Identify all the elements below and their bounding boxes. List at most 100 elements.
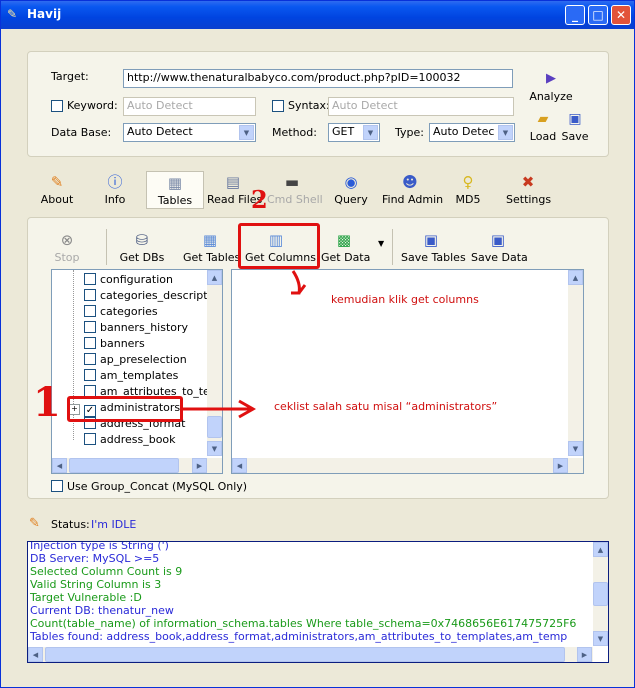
tree-item[interactable]: banners	[84, 337, 145, 353]
tab-about[interactable]: ✎ About	[35, 173, 79, 206]
type-select[interactable]: Auto Detec ▼	[429, 123, 515, 142]
get-data-button[interactable]: ▩ Get Data	[321, 231, 370, 264]
info-icon: ⓘ	[107, 173, 123, 191]
database-select-value: Auto Detect	[127, 125, 193, 138]
md5-icon: ♀	[462, 173, 474, 191]
target-input[interactable]: http://www.thenaturalbabyco.com/product.…	[123, 69, 513, 88]
annotation-step-1-note: ceklist salah satu misal “administrators…	[274, 400, 498, 413]
tree-item[interactable]: banners_history	[84, 321, 188, 337]
tree-item-checkbox[interactable]	[84, 289, 96, 301]
scroll-up-icon[interactable]: ▲	[593, 542, 608, 557]
columns-horizontal-scrollbar[interactable]: ◀ ▶	[232, 458, 583, 473]
annotation-step-2-note: kemudian klik get columns	[331, 293, 479, 306]
tree-item-label: ap_preselection	[100, 353, 187, 366]
log-line: Injection type is String (')	[30, 541, 169, 552]
annotation-arrow-down	[291, 270, 307, 295]
database-select[interactable]: Auto Detect ▼	[123, 123, 256, 142]
stop-button[interactable]: ⊗ Stop	[51, 231, 83, 264]
scroll-down-icon[interactable]: ▼	[207, 441, 222, 456]
get-tables-button[interactable]: ▦ Get Tables	[183, 231, 240, 264]
load-button[interactable]: ▰ Load	[528, 110, 558, 143]
get-data-dropdown-icon[interactable]: ▼	[378, 239, 384, 248]
save-label: Save	[561, 130, 589, 143]
log-line: Tables found: address_book,address_forma…	[30, 630, 568, 643]
tree-item[interactable]: address_book	[84, 433, 176, 449]
scroll-thumb[interactable]	[69, 458, 179, 473]
tab-info[interactable]: ⓘ Info	[97, 173, 133, 206]
chevron-down-icon: ▼	[498, 125, 513, 140]
log-horizontal-scrollbar[interactable]: ◀ ▶	[28, 647, 593, 662]
target-label: Target:	[51, 70, 89, 83]
annotation-highlight-administrators	[67, 396, 183, 422]
tab-cmd-shell[interactable]: ▬ Cmd Shell	[267, 173, 323, 206]
scroll-left-icon[interactable]: ◀	[28, 647, 43, 662]
tree-item[interactable]: configuration	[84, 273, 173, 289]
scroll-thumb[interactable]	[45, 647, 565, 662]
floppy-disk-icon: ▣	[423, 231, 439, 249]
status-value: I'm IDLE	[91, 518, 137, 531]
tab-info-label: Info	[104, 193, 126, 206]
database-icon: ⛁	[135, 231, 149, 249]
tree-horizontal-scrollbar[interactable]: ◀ ▶	[52, 458, 222, 473]
tree-item-label: am_templates	[100, 369, 179, 382]
keyword-checkbox[interactable]	[51, 100, 63, 112]
play-icon: ▶	[546, 71, 556, 86]
scroll-up-icon[interactable]: ▲	[568, 270, 583, 285]
scroll-right-icon[interactable]: ▶	[192, 458, 207, 473]
log-vertical-scrollbar[interactable]: ▲ ▼	[593, 542, 608, 646]
tab-md5[interactable]: ♀ MD5	[453, 173, 483, 206]
tree-item[interactable]: am_templates	[84, 369, 178, 385]
scroll-left-icon[interactable]: ◀	[232, 458, 247, 473]
maximize-button[interactable]: □	[588, 5, 608, 25]
method-select-value: GET	[332, 125, 355, 138]
save-button[interactable]: ▣ Save	[560, 110, 590, 143]
tab-settings[interactable]: ✖ Settings	[506, 173, 552, 206]
tree-item-checkbox[interactable]	[84, 321, 96, 333]
method-select[interactable]: GET ▼	[328, 123, 380, 142]
havij-window: ✎ Havij _ □ ✕ Target: http://www.thenatu…	[0, 0, 635, 688]
log-line: Valid String Column is 3	[30, 578, 162, 591]
close-button[interactable]: ✕	[611, 5, 631, 25]
tree-item-checkbox[interactable]	[84, 433, 96, 445]
get-dbs-button[interactable]: ⛁ Get DBs	[119, 231, 165, 264]
scroll-left-icon[interactable]: ◀	[52, 458, 67, 473]
about-icon: ✎	[50, 173, 64, 191]
tab-query[interactable]: ◉ Query	[332, 173, 370, 206]
tab-about-label: About	[40, 193, 74, 206]
tab-settings-label: Settings	[506, 193, 552, 206]
tree-item-checkbox[interactable]	[84, 369, 96, 381]
analyze-button[interactable]: ▶ Analyze	[528, 70, 574, 103]
tree-item[interactable]: categories	[84, 305, 158, 321]
type-label: Type:	[395, 126, 424, 139]
annotation-arrows	[183, 270, 307, 419]
scroll-down-icon[interactable]: ▼	[568, 441, 583, 456]
scroll-thumb[interactable]	[593, 582, 608, 606]
keyword-input[interactable]: Auto Detect	[123, 97, 256, 116]
tab-find-admin[interactable]: ☻ Find Admin	[382, 173, 443, 206]
havij-app-icon: ✎	[7, 7, 18, 21]
tree-item-checkbox[interactable]	[84, 273, 96, 285]
tree-item-checkbox[interactable]	[84, 353, 96, 365]
minimize-button[interactable]: _	[565, 5, 585, 25]
syntax-input[interactable]: Auto Detect	[328, 97, 514, 116]
analyze-label: Analyze	[529, 90, 573, 103]
log-output[interactable]: Injection type is String (') DB Server: …	[27, 541, 609, 663]
data-grid-icon: ▩	[336, 231, 352, 249]
method-label: Method:	[272, 126, 317, 139]
tree-item-checkbox[interactable]	[84, 305, 96, 317]
save-data-button[interactable]: ▣ Save Data	[471, 231, 528, 264]
save-tables-button[interactable]: ▣ Save Tables	[401, 231, 466, 264]
floppy-disk-icon: ▣	[568, 111, 582, 127]
syntax-checkbox[interactable]	[272, 100, 284, 112]
annotation-arrow-right	[183, 399, 257, 419]
scroll-down-icon[interactable]: ▼	[593, 631, 608, 646]
tree-item[interactable]: ap_preselection	[84, 353, 187, 369]
tree-item-label: address_book	[100, 433, 176, 446]
scroll-right-icon[interactable]: ▶	[577, 647, 592, 662]
scroll-right-icon[interactable]: ▶	[553, 458, 568, 473]
group-concat-checkbox[interactable]	[51, 480, 63, 492]
tab-tables[interactable]: ▦ Tables	[146, 171, 204, 209]
tree-item-checkbox[interactable]	[84, 337, 96, 349]
columns-vertical-scrollbar[interactable]: ▲ ▼	[568, 270, 583, 456]
stop-label: Stop	[54, 251, 80, 264]
